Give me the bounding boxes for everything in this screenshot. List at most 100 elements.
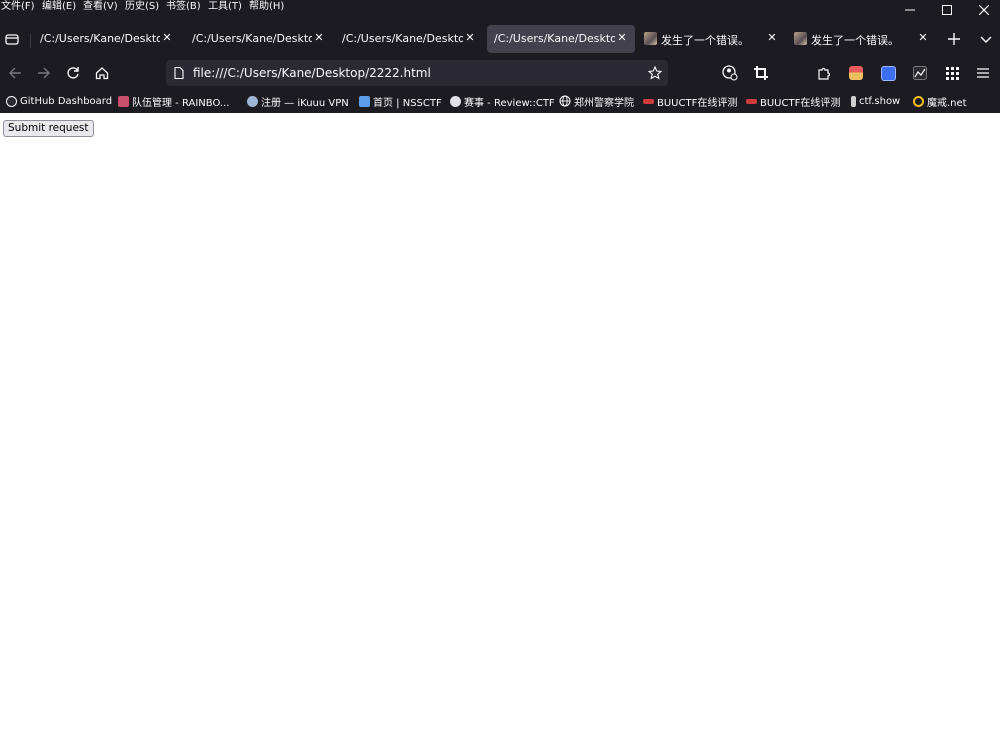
chevron-down-icon (980, 36, 992, 43)
account-sync-icon (722, 65, 738, 81)
tab-overview-button[interactable] (0, 27, 24, 51)
browser-chrome: 文件(F) 编辑(E) 查看(V) 历史(S) 书签(B) 工具(T) 帮助(H… (0, 0, 1000, 113)
home-button[interactable] (90, 61, 114, 85)
mojie-icon (913, 95, 924, 107)
page-icon (174, 67, 184, 79)
maximize-button[interactable] (929, 0, 965, 20)
bookmark-github[interactable]: GitHub Dashboard (6, 93, 112, 109)
menu-tools[interactable]: 工具(T) (208, 1, 242, 13)
page-content: Submit request (0, 113, 1000, 742)
crop-icon (754, 66, 768, 80)
plus-icon (948, 33, 960, 45)
tab-title: /C:/Users/Kane/Desktop/1 (342, 32, 463, 45)
submit-request-button[interactable]: Submit request (3, 120, 94, 137)
site-favicon-icon (794, 32, 807, 45)
menu-file[interactable]: 文件(F) (1, 1, 35, 13)
menu-bookmarks[interactable]: 书签(B) (166, 1, 201, 13)
tab-title: /C:/Users/Kane/Desktop/1 (40, 32, 160, 45)
grid-icon (945, 66, 959, 80)
buuctf-icon (746, 98, 757, 104)
extension-blue-icon (880, 65, 896, 81)
bookmark-buuctf-2[interactable]: BUUCTF在线评测 (746, 93, 840, 109)
menu-history[interactable]: 历史(S) (125, 1, 159, 13)
tab-error-2[interactable]: 发生了一个错误。 ✕ (790, 25, 935, 53)
bookmark-mojie[interactable]: 魔戒.net (913, 93, 967, 109)
menu-bar: 文件(F) 编辑(E) 查看(V) 历史(S) 书签(B) 工具(T) 帮助(H… (0, 0, 1000, 16)
bookmarks-toolbar: GitHub Dashboard 队伍管理 - RAINBO... 注册 — i… (0, 90, 1000, 112)
tab-close-icon[interactable]: ✕ (463, 30, 477, 46)
nav-bar: file:///C:/Users/Kane/Desktop/2222.html (0, 57, 1000, 89)
extension-avatar-icon (849, 66, 863, 80)
bookmark-ikuuu-vpn[interactable]: 注册 — iKuuu VPN (247, 93, 349, 109)
bookmark-label: 赛事 - Review::CTF (464, 97, 555, 109)
extension-graph-button[interactable] (908, 61, 932, 85)
tab-title: 发生了一个错误。 (811, 34, 899, 47)
url-bar[interactable]: file:///C:/Users/Kane/Desktop/2222.html (166, 60, 668, 86)
tab-separator (30, 34, 31, 48)
tab-close-icon[interactable]: ✕ (765, 30, 779, 46)
vpn-icon (247, 95, 258, 107)
bookmark-label: 注册 — iKuuu VPN (261, 97, 349, 109)
menu-help[interactable]: 帮助(H) (249, 1, 284, 13)
bookmark-label: BUUCTF在线评测 (657, 97, 738, 109)
bookmark-label: 郑州警察学院 (574, 97, 634, 109)
extension-graph-icon (913, 66, 927, 80)
bookmark-rainbow-team[interactable]: 队伍管理 - RAINBO... (118, 93, 229, 109)
tab-close-icon[interactable]: ✕ (160, 30, 174, 46)
bookmark-buuctf-1[interactable]: BUUCTF在线评测 (643, 93, 737, 109)
bookmark-label: BUUCTF在线评测 (760, 97, 841, 109)
reload-icon (67, 67, 79, 79)
minimize-button[interactable] (892, 0, 928, 20)
globe-icon (559, 95, 571, 107)
puzzle-icon (818, 67, 831, 80)
back-button[interactable] (3, 61, 27, 85)
menu-view[interactable]: 查看(V) (83, 1, 118, 13)
hamburger-menu-icon (977, 68, 989, 78)
review-icon (450, 95, 461, 107)
ctfshow-icon (851, 95, 856, 107)
tab-desktop-2-active[interactable]: /C:/Users/Kane/Desktop/2 ✕ (487, 25, 635, 53)
github-icon (6, 95, 17, 107)
tab-close-icon[interactable]: ✕ (615, 30, 629, 46)
tab-desktop-1c[interactable]: /C:/Users/Kane/Desktop/1 ✕ (336, 25, 480, 53)
buuctf-icon (643, 98, 654, 104)
bookmark-review-ctf[interactable]: 赛事 - Review::CTF (450, 93, 555, 109)
extension-blue-button[interactable] (876, 61, 900, 85)
app-menu-button[interactable] (971, 61, 995, 85)
list-all-tabs-button[interactable] (974, 27, 998, 51)
arrow-left-icon (9, 67, 21, 79)
close-window-button[interactable] (966, 0, 1000, 20)
apps-grid-button[interactable] (940, 61, 964, 85)
bookmark-label: 队伍管理 - RAINBO... (132, 97, 230, 109)
url-text: file:///C:/Users/Kane/Desktop/2222.html (193, 66, 431, 80)
new-tab-button[interactable] (942, 27, 966, 51)
tab-title: /C:/Users/Kane/Desktop/2 (494, 32, 615, 45)
bookmark-ctfshow[interactable]: ctf.show (851, 93, 900, 109)
tab-close-icon[interactable]: ✕ (916, 30, 930, 46)
reload-button[interactable] (61, 61, 85, 85)
bookmark-nssctf[interactable]: 首页 | NSSCTF (359, 93, 442, 109)
crop-tool-button[interactable] (749, 61, 773, 85)
extension-avatar-button[interactable] (844, 61, 868, 85)
tab-close-icon[interactable]: ✕ (312, 30, 326, 46)
minimize-icon (905, 9, 915, 11)
team-icon (118, 95, 129, 107)
site-favicon-icon (644, 32, 657, 45)
tab-desktop-1b[interactable]: /C:/Users/Kane/Desktop/1 ✕ (186, 25, 328, 53)
nssctf-icon (359, 95, 370, 107)
account-button[interactable] (718, 61, 742, 85)
tab-title: 发生了一个错误。 (661, 34, 749, 47)
bookmark-label: 魔戒.net (927, 97, 967, 109)
tab-title: /C:/Users/Kane/Desktop/1 (192, 32, 312, 45)
home-icon (95, 67, 109, 80)
arrow-right-icon (38, 67, 50, 79)
tab-error-1[interactable]: 发生了一个错误。 ✕ (640, 25, 784, 53)
tab-desktop-1a[interactable]: /C:/Users/Kane/Desktop/1 ✕ (34, 25, 176, 53)
forward-button[interactable] (32, 61, 56, 85)
menu-edit[interactable]: 编辑(E) (42, 1, 76, 13)
extensions-button[interactable] (812, 61, 836, 85)
star-icon[interactable] (648, 66, 662, 80)
bookmark-label: ctf.show (859, 95, 901, 107)
bookmark-zhengzhou-police[interactable]: 郑州警察学院 (559, 93, 634, 109)
bookmark-label: GitHub Dashboard (20, 95, 113, 107)
